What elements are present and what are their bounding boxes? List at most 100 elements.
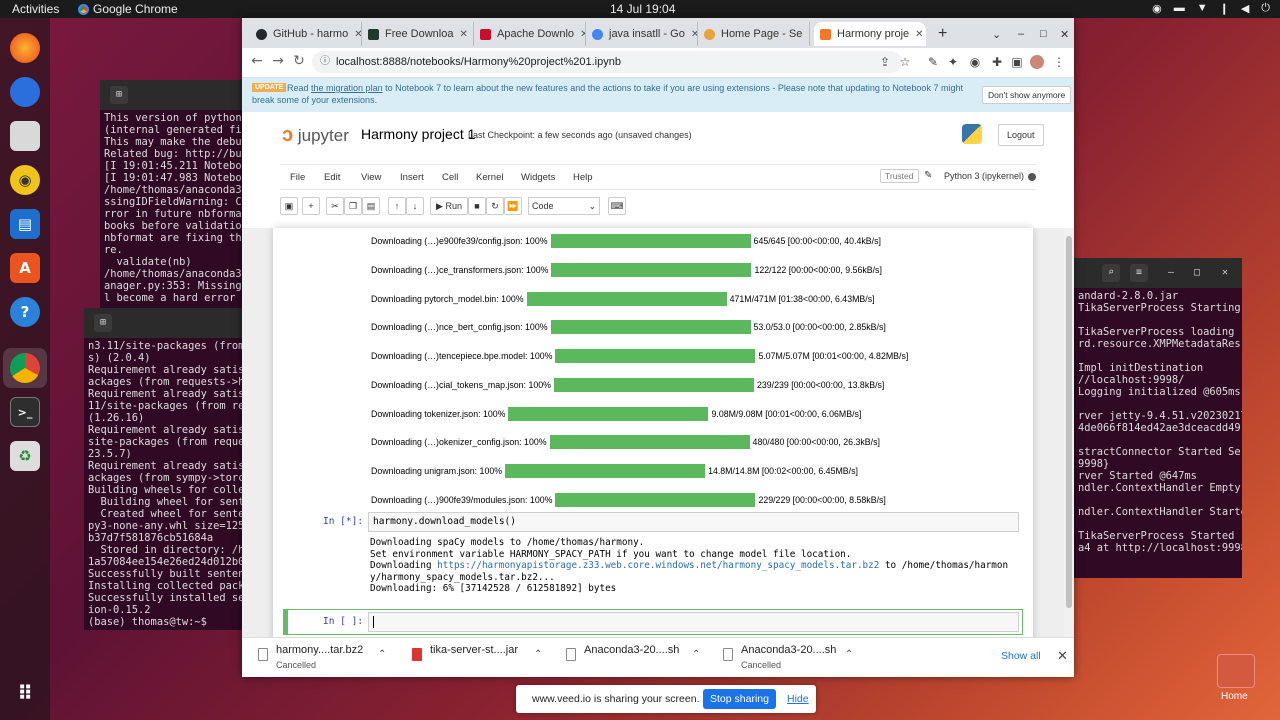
cell-type-select[interactable]: Code ⌄ <box>528 197 600 215</box>
network-icon[interactable]: ▼ <box>1197 2 1208 15</box>
extension-icon[interactable]: ✎ <box>926 55 940 69</box>
side-panel-icon[interactable]: ▣ <box>1010 55 1024 69</box>
help-icon[interactable]: ? <box>10 297 40 327</box>
code-input[interactable]: harmony.download_models() <box>368 512 1019 532</box>
close-icon[interactable]: ✕ <box>1216 264 1234 282</box>
new-tab-button[interactable]: + <box>932 22 956 46</box>
notebook-area[interactable]: Downloading (…)e900fe39/config.json: 100… <box>242 228 1074 677</box>
hide-link[interactable]: Hide <box>787 693 809 705</box>
firefox-icon[interactable] <box>10 33 40 63</box>
kernel-name[interactable]: Python 3 (ipykernel) <box>944 171 1024 181</box>
menu-view[interactable]: View <box>361 172 381 183</box>
app-center-icon[interactable]: A <box>10 253 40 283</box>
writer-icon[interactable]: ▤ <box>10 209 40 239</box>
new-tab-icon[interactable]: ⊞ <box>94 314 112 332</box>
chevron-up-icon[interactable]: ⌃ <box>692 649 700 660</box>
minimize-icon[interactable]: – <box>1012 22 1032 46</box>
extension-icon[interactable]: ✦ <box>946 55 960 69</box>
edit-kernel-icon[interactable]: ✎ <box>924 170 932 181</box>
terminal-titlebar[interactable]: ⌕ ≡ – □ ✕ <box>1074 258 1242 288</box>
home-folder-icon[interactable] <box>1217 654 1255 688</box>
menu-edit[interactable]: Edit <box>324 172 340 183</box>
menu-widgets[interactable]: Widgets <box>521 172 555 183</box>
tab-home-page[interactable]: Home Page - Se ✕ <box>698 22 810 46</box>
clock[interactable]: 14 Jul 19:04 <box>610 2 675 16</box>
volume-icon[interactable]: ◀ <box>1241 2 1249 15</box>
menu-help[interactable]: Help <box>573 172 593 183</box>
rhythmbox-icon[interactable]: ◉ <box>10 165 40 195</box>
activities-button[interactable]: Activities <box>12 2 59 16</box>
close-tab-icon[interactable]: ✕ <box>459 29 467 40</box>
minimize-icon[interactable]: – <box>1162 264 1180 282</box>
microphone-icon[interactable]: ❙ <box>1220 2 1229 15</box>
scrollbar-thumb[interactable] <box>1066 236 1072 608</box>
move-up-icon[interactable]: ↑ <box>388 197 406 215</box>
scrollbar[interactable] <box>1064 228 1074 677</box>
save-icon[interactable]: ▣ <box>280 197 298 215</box>
paste-icon[interactable]: ▤ <box>362 197 380 215</box>
download-item[interactable]: Anaconda3-20....sh ⌃ <box>566 643 716 673</box>
thunderbird-icon[interactable] <box>10 77 40 107</box>
model-download-link[interactable]: https://harmonyapistorage.z33.web.core.w… <box>437 560 879 571</box>
show-all-downloads-link[interactable]: Show all <box>1001 650 1041 662</box>
insert-cell-icon[interactable]: + <box>302 197 320 215</box>
terminal-window-left[interactable]: ⊞ n3.11/site-packages (from s) (2.0.4) Req… <box>84 308 242 630</box>
chrome-icon[interactable] <box>10 353 40 383</box>
close-tab-icon[interactable]: ✕ <box>808 29 809 40</box>
terminal-titlebar[interactable]: ⊞ <box>84 308 242 338</box>
chrome-menu-icon[interactable]: ⋮ <box>1052 55 1066 69</box>
forward-icon[interactable]: → <box>268 53 288 69</box>
restart-run-all-icon[interactable]: ⏩ <box>504 197 522 215</box>
menu-cell[interactable]: Cell <box>442 172 458 183</box>
record-icon[interactable]: ▬ <box>1174 2 1185 15</box>
download-item[interactable]: Anaconda3-20....sh Cancelled ⌃ <box>723 643 873 673</box>
interrupt-icon[interactable]: ■ <box>468 197 486 215</box>
tab-free-download[interactable]: Free Downloa ✕ <box>362 22 474 46</box>
color-extension-icon[interactable]: ◉ <box>968 55 982 69</box>
home-label[interactable]: Home <box>1221 691 1248 702</box>
bookmark-star-icon[interactable]: ☆ <box>898 55 912 69</box>
back-icon[interactable]: ← <box>247 53 267 69</box>
cut-icon[interactable]: ✂ <box>326 197 344 215</box>
run-button[interactable]: ▶ Run <box>430 197 468 215</box>
chevron-up-icon[interactable]: ⌃ <box>378 649 386 660</box>
jupyter-logo[interactable]: ↄ jupyter <box>282 124 349 147</box>
close-tab-icon[interactable]: ✕ <box>915 29 923 40</box>
tab-google-search[interactable]: java insatll - Go ✕ <box>586 22 698 46</box>
stop-sharing-button[interactable]: Stop sharing <box>703 689 776 709</box>
address-bar[interactable]: ⓘ localhost:8888/notebooks/Harmony%20pro… <box>312 51 902 73</box>
command-palette-icon[interactable]: ⌨ <box>608 197 626 215</box>
restart-icon[interactable]: ↻ <box>486 197 504 215</box>
code-input-empty[interactable] <box>368 612 1019 632</box>
close-tab-icon[interactable]: ✕ <box>691 29 697 40</box>
maximize-icon[interactable]: □ <box>1034 22 1054 46</box>
dont-show-anymore-button[interactable]: Don't show anymore <box>982 86 1072 104</box>
migration-plan-link[interactable]: the migration plan <box>311 83 383 93</box>
menu-file[interactable]: File <box>290 172 305 183</box>
chrome-tray-icon[interactable]: ◉ <box>1152 2 1162 15</box>
logout-button[interactable]: Logout <box>998 124 1044 146</box>
download-item[interactable]: harmony....tar.bz2 Cancelled ⌃ <box>258 643 408 673</box>
terminal-window-top[interactable]: ⊞ This version of python (internal genera… <box>100 80 242 310</box>
profile-avatar[interactable] <box>1030 55 1044 69</box>
menu-kernel[interactable]: Kernel <box>476 172 503 183</box>
reload-icon[interactable]: ↻ <box>289 53 309 69</box>
trusted-indicator[interactable]: Trusted <box>880 169 919 183</box>
terminal-icon[interactable]: >_ <box>10 397 40 427</box>
show-apps-icon[interactable]: ⠿ <box>10 678 40 708</box>
copy-icon[interactable]: ❐ <box>344 197 362 215</box>
tab-apache[interactable]: Apache Downlo✕ <box>474 22 586 46</box>
power-icon[interactable]: ⏻ <box>1261 2 1270 15</box>
tab-search-icon[interactable]: ⌄ <box>986 22 1006 46</box>
app-menu[interactable]: Google Chrome <box>78 2 178 16</box>
chevron-up-icon[interactable]: ⌃ <box>845 649 853 660</box>
move-down-icon[interactable]: ↓ <box>406 197 424 215</box>
terminal-window-right[interactable]: ⌕ ≡ – □ ✕ andard-2.8.0.jar TikaServerProc… <box>1074 258 1242 578</box>
trash-icon[interactable]: ♻ <box>10 441 40 471</box>
puzzle-extensions-icon[interactable]: ✚ <box>990 55 1004 69</box>
chevron-up-icon[interactable]: ⌃ <box>534 649 542 660</box>
menu-insert[interactable]: Insert <box>400 172 424 183</box>
close-tab-icon[interactable]: ✕ <box>354 29 361 40</box>
maximize-icon[interactable]: □ <box>1188 264 1206 282</box>
close-window-icon[interactable]: ✕ <box>1054 22 1074 46</box>
